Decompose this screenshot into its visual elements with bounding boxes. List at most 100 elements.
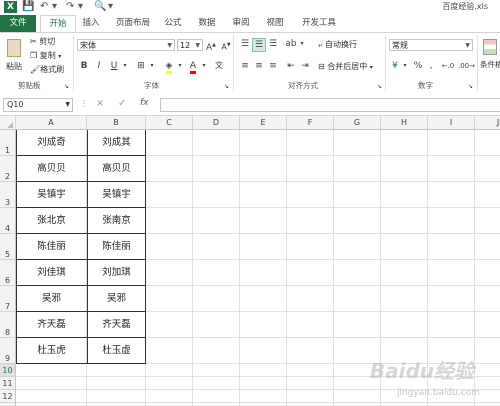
tab-data[interactable]: 数据 [194, 15, 220, 32]
column-header-g[interactable]: G [334, 116, 381, 130]
gridline [333, 130, 334, 406]
bold-button[interactable]: B [79, 60, 89, 72]
tab-formulas[interactable]: 公式 [160, 15, 186, 32]
percent-button[interactable]: % [412, 60, 424, 72]
grow-font-button[interactable]: A▲ [205, 39, 217, 54]
increase-decimal-icon: ←.0 [441, 62, 455, 70]
row-header-10[interactable]: 10 [0, 364, 16, 377]
align-bottom-button[interactable]: ☰ [266, 38, 280, 50]
worksheet-grid[interactable]: ABCDEFGHIJ 12345678910111213 刘成奇刘成其高贝贝高贝… [0, 116, 500, 406]
align-middle-button[interactable]: ☰ [252, 38, 266, 52]
print-preview-icon[interactable]: 🔍 [94, 1, 106, 13]
redo-dropdown-icon[interactable]: ▾ [78, 1, 83, 13]
merge-center-button[interactable]: ⊟ 合并后居中 ▾ [318, 61, 373, 73]
fill-color-dropdown-icon[interactable]: ▾ [176, 60, 184, 72]
column-header-a[interactable]: A [16, 116, 87, 130]
format-painter-button[interactable]: 🖌格式刷 [30, 64, 64, 75]
insert-function-icon[interactable]: fx [140, 98, 149, 108]
tab-developer[interactable]: 开发工具 [296, 15, 342, 32]
tab-insert[interactable]: 插入 [78, 15, 104, 32]
row-header-11[interactable]: 11 [0, 377, 16, 390]
column-header-b[interactable]: B [87, 116, 146, 130]
column-header-i[interactable]: I [428, 116, 475, 130]
shrink-font-button[interactable]: A▼ [220, 39, 232, 54]
align-top-button[interactable]: ☰ [238, 38, 252, 50]
tab-file[interactable]: 文件 [0, 15, 36, 32]
align-middle-icon: ☰ [254, 40, 264, 50]
comma-button[interactable]: , [426, 60, 436, 72]
align-center-button[interactable]: ≡ [252, 60, 266, 72]
number-format-combo[interactable]: 常规 ▼ [389, 39, 473, 51]
name-box[interactable]: Q10 ▼ [3, 98, 73, 112]
currency-button[interactable]: ¥ [389, 60, 401, 72]
tab-view[interactable]: 视图 [262, 15, 288, 32]
orientation-dropdown-icon[interactable]: ▾ [298, 38, 306, 50]
underline-dropdown-icon[interactable]: ▾ [121, 60, 129, 72]
decrease-decimal-button[interactable]: .00→ [458, 60, 475, 72]
conditional-format-button[interactable]: 条件格 [480, 37, 500, 77]
paste-button[interactable]: 粘贴 [4, 37, 26, 77]
font-launcher-icon[interactable]: ↘ [224, 81, 229, 92]
copy-button[interactable]: ❐ 复制 ▾ [30, 50, 61, 62]
row-header-1[interactable]: 1 [0, 130, 16, 156]
tab-home[interactable]: 开始 [40, 15, 76, 33]
phonetic-button[interactable]: 文 [212, 60, 226, 72]
row-header-8[interactable]: 8 [0, 312, 16, 338]
select-all-corner[interactable] [0, 116, 16, 130]
column-header-j[interactable]: J [475, 116, 500, 130]
orientation-button[interactable]: ab [284, 38, 298, 50]
row-header-9[interactable]: 9 [0, 338, 16, 364]
underline-button[interactable]: U [109, 60, 119, 72]
row-header-4[interactable]: 4 [0, 208, 16, 234]
increase-indent-button[interactable]: ⇥ [298, 60, 312, 72]
phonetic-icon: 文 [215, 61, 223, 70]
cancel-icon[interactable]: × [96, 98, 104, 109]
decrease-indent-button[interactable]: ⇤ [284, 60, 298, 72]
number-launcher-icon[interactable]: ↘ [468, 81, 473, 92]
font-size-combo[interactable]: 12 ▼ [177, 39, 203, 51]
undo-icon[interactable]: ↶ [40, 1, 48, 13]
alignment-launcher-icon[interactable]: ↘ [377, 81, 382, 92]
font-color-button[interactable]: A [186, 60, 200, 74]
paste-icon [7, 39, 21, 57]
decrease-indent-icon: ⇤ [287, 61, 295, 71]
column-header-d[interactable]: D [193, 116, 240, 130]
column-header-c[interactable]: C [146, 116, 193, 130]
ribbon-separator [385, 35, 386, 91]
enter-icon[interactable]: ✓ [118, 98, 126, 109]
align-top-icon: ☰ [240, 39, 250, 49]
column-header-f[interactable]: F [287, 116, 334, 130]
increase-decimal-button[interactable]: ←.0 [440, 60, 456, 72]
row-header-5[interactable]: 5 [0, 234, 16, 260]
font-name-combo[interactable]: 宋体 ▼ [77, 39, 175, 51]
window-title: 百度经验.xls [442, 2, 488, 11]
redo-icon[interactable]: ↷ [66, 1, 74, 13]
row-header-12[interactable]: 12 [0, 390, 16, 403]
cut-button[interactable]: ✂ 剪切 [30, 36, 55, 47]
tab-page-layout[interactable]: 页面布局 [110, 15, 156, 32]
row-header-7[interactable]: 7 [0, 286, 16, 312]
font-name-value: 宋体 [80, 41, 96, 50]
table-outline [16, 130, 146, 364]
save-icon[interactable]: 💾 [22, 1, 34, 13]
currency-dropdown-icon[interactable]: ▾ [401, 60, 409, 72]
borders-button[interactable]: ⊞ [134, 60, 148, 72]
formula-bar: Q10 ▼ ⋮ × ✓ fx [0, 93, 500, 116]
align-left-button[interactable]: ≡ [238, 60, 252, 72]
column-header-e[interactable]: E [240, 116, 287, 130]
font-color-dropdown-icon[interactable]: ▾ [200, 60, 208, 72]
tab-review[interactable]: 审阅 [228, 15, 254, 32]
undo-dropdown-icon[interactable]: ▾ [52, 1, 57, 13]
row-header-2[interactable]: 2 [0, 156, 16, 182]
row-header-3[interactable]: 3 [0, 182, 16, 208]
wrap-text-button[interactable]: ⤶ 自动换行 [318, 39, 357, 50]
align-right-button[interactable]: ≡ [266, 60, 280, 72]
quick-access-customize-icon[interactable]: ▾ [108, 1, 113, 13]
column-header-h[interactable]: H [381, 116, 428, 130]
formula-input[interactable] [160, 98, 500, 112]
borders-dropdown-icon[interactable]: ▾ [148, 60, 156, 72]
clipboard-launcher-icon[interactable]: ↘ [64, 81, 69, 92]
row-header-6[interactable]: 6 [0, 260, 16, 286]
fill-color-button[interactable]: ◈ [162, 60, 176, 74]
italic-button[interactable]: I [94, 60, 104, 72]
